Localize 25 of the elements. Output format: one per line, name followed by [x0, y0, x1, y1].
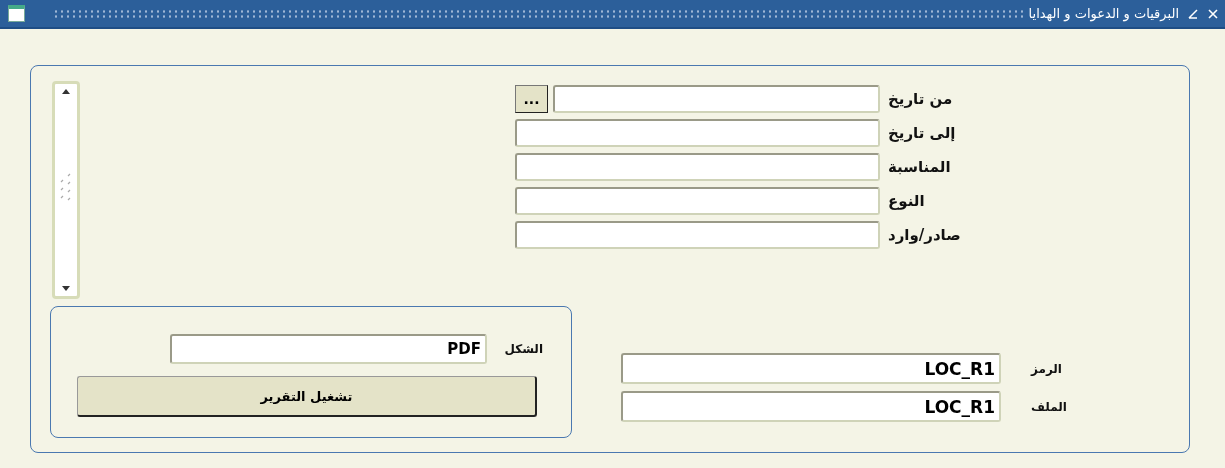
scroll-down-icon[interactable] — [61, 286, 71, 292]
document-icon — [8, 5, 25, 22]
run-report-button[interactable]: تشغيل التقرير — [77, 376, 537, 417]
text-field[interactable] — [515, 187, 880, 215]
scrollbar[interactable] — [52, 81, 80, 299]
text-field[interactable] — [515, 153, 880, 181]
date-field[interactable] — [553, 85, 880, 113]
text-field[interactable] — [515, 221, 880, 249]
date-picker-button[interactable]: ... — [515, 85, 548, 113]
close-icon[interactable] — [1207, 7, 1219, 20]
window-title: البرقيات و الدعوات و الهدايا — [1028, 6, 1179, 21]
scroll-up-icon[interactable] — [61, 88, 71, 94]
field-label: الرمز — [1031, 361, 1063, 376]
text-field[interactable] — [515, 119, 880, 147]
field-label: المناسبة — [888, 158, 952, 176]
field-label: النوع — [888, 192, 926, 210]
field-label: إلى تاريخ — [888, 124, 957, 142]
field-label: من تاريخ — [888, 90, 954, 108]
text-field[interactable]: LOC_R1 — [621, 391, 1001, 422]
minimize-icon[interactable] — [1187, 7, 1199, 20]
field-label: الملف — [1031, 399, 1068, 414]
text-field[interactable]: LOC_R1 — [621, 353, 1001, 384]
field-label: الشكل — [503, 342, 543, 356]
field-label: صادر/وارد — [888, 226, 962, 244]
format-field[interactable]: PDF — [170, 334, 487, 364]
